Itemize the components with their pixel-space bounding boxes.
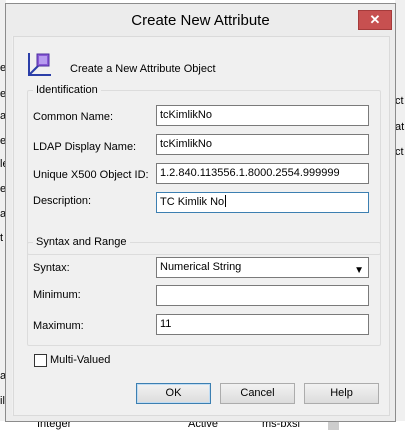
syntax-range-group: Syntax and Range Syntax: Numerical Strin… [27,236,381,346]
syntax-range-group-title: Syntax and Range [33,236,130,248]
background-text: ct [395,95,404,107]
x500-object-id-label: Unique X500 Object ID: [33,169,149,181]
description-field[interactable]: TC Kimlik No [156,192,369,213]
background-window-right [395,0,405,430]
multi-valued-label[interactable]: Multi-Valued [50,354,110,366]
multi-valued-checkbox[interactable] [34,354,47,367]
cancel-button[interactable]: Cancel [220,383,295,404]
text-caret [225,195,227,207]
minimum-label: Minimum: [33,289,81,301]
attribute-object-icon [28,53,51,76]
dialog-titlebar[interactable]: Create New Attribute ✕ [6,4,395,36]
dialog-title: Create New Attribute [131,12,270,29]
background-text: ct [395,146,404,158]
identification-group-title: Identification [33,84,101,96]
syntax-selected-value: Numerical String [160,261,242,273]
x500-object-id-field[interactable]: 1.2.840.113556.1.8000.2554.999999 [156,163,369,184]
identification-group: Identification Common Name: tcKimlikNo L… [27,84,381,255]
dialog-client-area: Create a New Attribute Object Identifica… [13,36,390,416]
background-text: at [395,121,405,133]
common-name-label: Common Name: [33,111,114,123]
maximum-label: Maximum: [33,320,84,332]
close-button[interactable]: ✕ [358,10,392,30]
syntax-label: Syntax: [33,262,70,274]
dialog-header-text: Create a New Attribute Object [70,63,216,75]
close-icon: ✕ [369,12,381,27]
common-name-field[interactable]: tcKimlikNo [156,105,369,126]
minimum-field[interactable] [156,285,369,306]
help-button[interactable]: Help [304,383,379,404]
ldap-display-name-label: LDAP Display Name: [33,141,137,153]
description-value: TC Kimlik No [160,196,225,208]
background-text: t [0,232,4,244]
maximum-field[interactable]: 11 [156,314,369,335]
ldap-display-name-field[interactable]: tcKimlikNo [156,134,369,155]
description-label: Description: [33,195,92,207]
syntax-select[interactable]: Numerical String ▼ [156,257,369,278]
background-scrollbar[interactable] [328,421,339,430]
background-list-row: Integer Active ms-bxsl [0,418,405,430]
create-attribute-dialog: Create New Attribute ✕ Create a New Attr… [5,3,396,422]
chevron-down-icon: ▼ [354,265,364,276]
ok-button[interactable]: OK [136,383,211,404]
